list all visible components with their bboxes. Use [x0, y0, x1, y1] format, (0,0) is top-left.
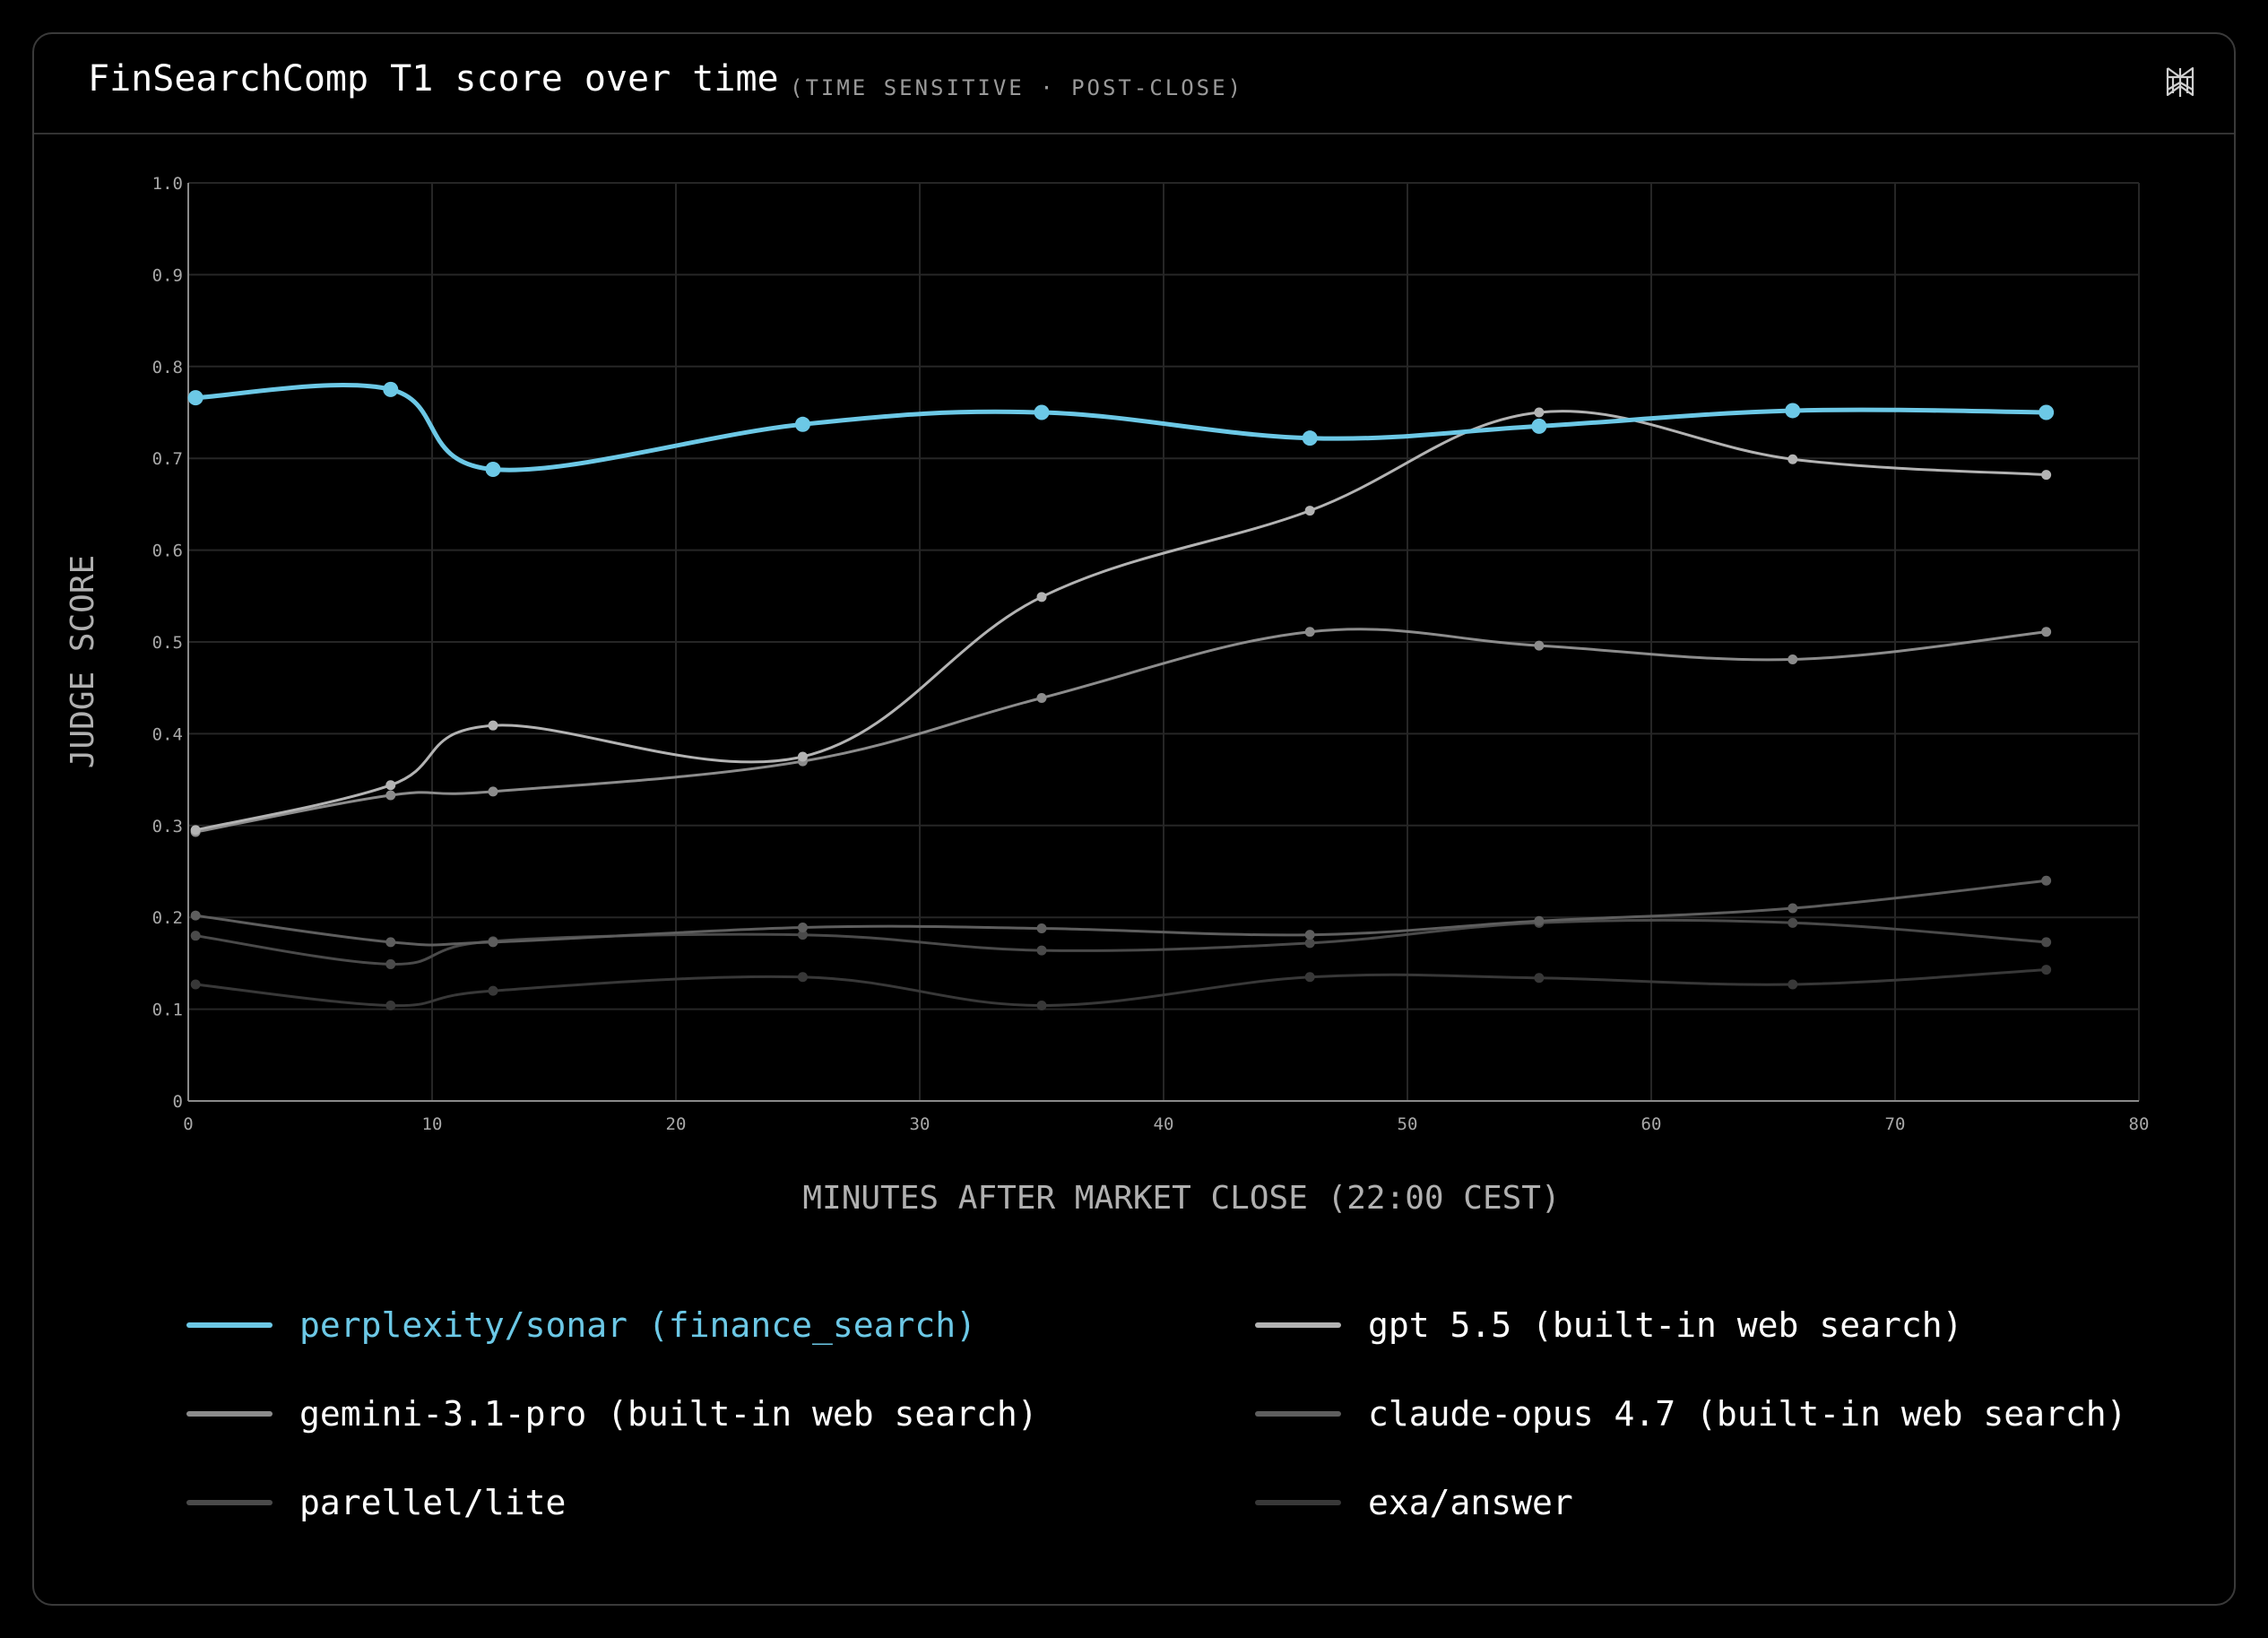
- data-point-exa: [797, 972, 808, 983]
- x-tick-label: 0: [183, 1114, 193, 1134]
- data-point-claude: [1534, 915, 1545, 926]
- data-point-exa: [2041, 965, 2052, 975]
- legend-label: parellel/lite: [299, 1483, 567, 1522]
- data-point-parellel: [2041, 937, 2052, 948]
- data-point-perplexity: [187, 390, 203, 406]
- x-tick-label: 80: [2129, 1114, 2150, 1134]
- x-tick-label: 60: [1641, 1114, 1662, 1134]
- y-tick-label: 0.9: [152, 265, 183, 285]
- data-point-claude: [2041, 875, 2052, 886]
- series-line-gpt: [194, 410, 2048, 832]
- data-point-perplexity: [1302, 430, 1318, 446]
- data-point-gemini: [385, 790, 396, 801]
- data-point-gpt: [1788, 454, 1798, 464]
- data-point-claude: [190, 910, 201, 921]
- legend-swatch: [186, 1322, 273, 1328]
- data-point-claude: [385, 937, 396, 948]
- x-tick-label: 70: [1885, 1114, 1906, 1134]
- legend-swatch: [1255, 1322, 1341, 1328]
- y-tick-label: 1.0: [152, 174, 183, 194]
- data-point-gemini: [1304, 627, 1315, 637]
- data-point-gemini: [488, 786, 498, 797]
- data-point-perplexity: [1531, 418, 1547, 434]
- data-point-claude: [1304, 930, 1315, 940]
- data-point-claude: [1788, 903, 1798, 914]
- data-point-exa: [1788, 979, 1798, 990]
- series-line-exa: [194, 968, 2048, 1008]
- y-tick-label: 0: [173, 1092, 183, 1112]
- data-point-perplexity: [2039, 404, 2055, 420]
- y-tick-label: 0.6: [152, 542, 183, 561]
- x-tick-label: 30: [910, 1114, 931, 1134]
- y-tick-label: 0.1: [152, 1001, 183, 1020]
- legend-item-gpt[interactable]: gpt 5.5 (built-in web search): [1255, 1298, 1962, 1352]
- legend-swatch: [186, 1411, 273, 1417]
- legend-item-perplexity[interactable]: perplexity/sonar (finance_search): [186, 1298, 976, 1352]
- data-point-claude: [488, 937, 498, 948]
- data-point-parellel: [1788, 917, 1798, 928]
- data-point-exa: [190, 979, 201, 990]
- legend-swatch: [1255, 1411, 1341, 1417]
- y-tick-label: 0.8: [152, 358, 183, 377]
- data-point-gpt: [1304, 506, 1315, 516]
- data-point-claude: [1036, 923, 1047, 933]
- x-tick-label: 20: [666, 1114, 687, 1134]
- x-tick-label: 50: [1398, 1114, 1418, 1134]
- data-point-exa: [488, 985, 498, 996]
- y-axis-title: JUDGE SCORE: [65, 555, 101, 768]
- data-point-perplexity: [383, 381, 399, 397]
- data-point-gemini: [1534, 640, 1545, 651]
- data-point-gpt: [1036, 592, 1047, 602]
- data-point-parellel: [1036, 945, 1047, 956]
- legend-swatch: [1255, 1500, 1341, 1505]
- data-point-gpt: [190, 825, 201, 836]
- data-point-exa: [1036, 1001, 1047, 1011]
- data-point-gemini: [1788, 654, 1798, 664]
- y-tick-label: 0.5: [152, 633, 183, 653]
- y-tick-label: 0.2: [152, 908, 183, 928]
- data-point-exa: [385, 1001, 396, 1011]
- x-tick-label: 40: [1154, 1114, 1174, 1134]
- data-point-perplexity: [485, 461, 501, 477]
- data-point-gemini: [1036, 692, 1047, 703]
- series-line-gemini: [194, 628, 2048, 834]
- data-point-claude: [797, 922, 808, 932]
- data-point-gpt: [488, 720, 498, 731]
- data-point-exa: [1304, 972, 1315, 983]
- series-line-perplexity: [193, 383, 2049, 472]
- legend-item-exa[interactable]: exa/answer: [1255, 1476, 1573, 1530]
- chart-card: FinSearchComp T1 score over time (TIME S…: [32, 32, 2236, 1606]
- data-point-parellel: [190, 931, 201, 941]
- data-point-gpt: [385, 780, 396, 791]
- y-tick-label: 0.4: [152, 724, 183, 744]
- data-point-gpt: [1534, 407, 1545, 418]
- data-point-gpt: [797, 751, 808, 762]
- legend-label: claude-opus 4.7 (built-in web search): [1368, 1394, 2127, 1434]
- chart-legend: perplexity/sonar (finance_search) gpt 5.…: [186, 1298, 2212, 1567]
- legend-label: exa/answer: [1368, 1483, 1573, 1522]
- data-point-perplexity: [1785, 403, 1801, 419]
- data-point-perplexity: [1034, 404, 1050, 420]
- x-axis-title: MINUTES AFTER MARKET CLOSE (22:00 CEST): [802, 1180, 1560, 1217]
- series-line-claude: [194, 879, 2048, 947]
- legend-label: gemini-3.1-pro (built-in web search): [299, 1394, 1038, 1434]
- legend-label: gpt 5.5 (built-in web search): [1368, 1305, 1963, 1345]
- data-point-parellel: [385, 958, 396, 969]
- y-tick-label: 0.3: [152, 817, 183, 836]
- data-point-gemini: [2041, 627, 2052, 637]
- legend-item-parallel[interactable]: parellel/lite: [186, 1476, 566, 1530]
- legend-item-gemini[interactable]: gemini-3.1-pro (built-in web search): [186, 1387, 1038, 1441]
- y-tick-label: 0.7: [152, 449, 183, 469]
- data-point-gpt: [2041, 470, 2052, 481]
- legend-label: perplexity/sonar (finance_search): [299, 1305, 976, 1345]
- legend-swatch: [186, 1500, 273, 1505]
- data-point-perplexity: [794, 416, 810, 432]
- x-tick-label: 10: [422, 1114, 443, 1134]
- legend-item-claude[interactable]: claude-opus 4.7 (built-in web search): [1255, 1387, 2126, 1441]
- data-point-exa: [1534, 973, 1545, 984]
